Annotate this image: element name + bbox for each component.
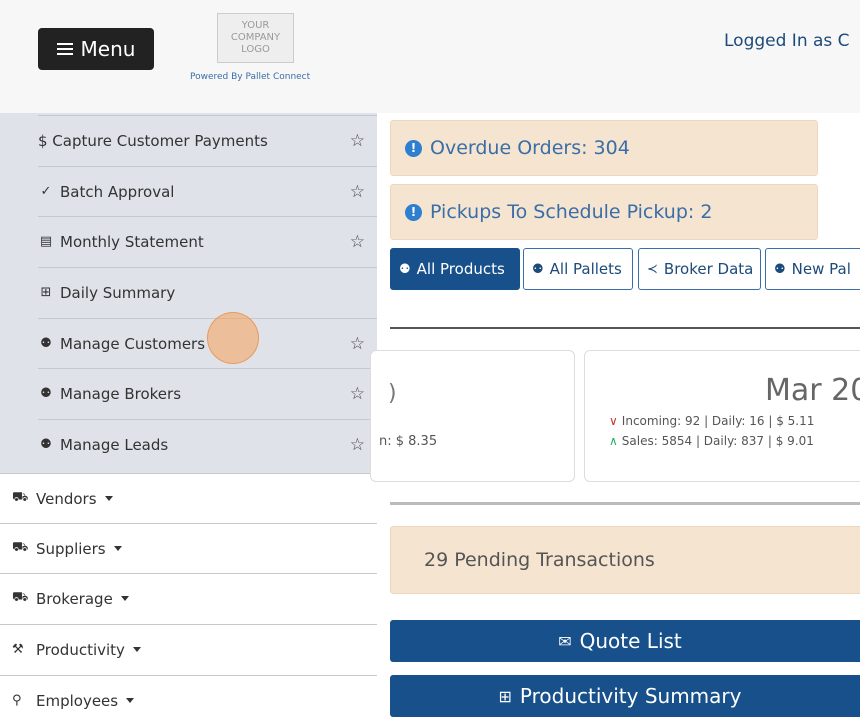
star-icon[interactable]: ☆ — [350, 384, 365, 404]
sales-stats-text: Sales: 5854 | Daily: 837 | $ 9.01 — [621, 434, 814, 448]
users-icon: ⚉ — [532, 261, 544, 277]
check-icon: ✓ — [40, 184, 52, 199]
caret-down-icon — [132, 647, 141, 652]
users-icon: ⚉ — [40, 336, 52, 351]
list-icon: ▤ — [39, 234, 53, 249]
tab-all-pallets[interactable]: ⚉ All Pallets — [523, 248, 633, 290]
users-icon: ⚉ — [40, 437, 52, 452]
star-icon[interactable]: ☆ — [350, 182, 365, 202]
tab-label: All Pallets — [549, 260, 622, 278]
pickups-alert[interactable]: ! Pickups To Schedule Pickup: 2 — [390, 184, 818, 240]
menu-button[interactable]: Menu — [38, 28, 154, 70]
caret-down-icon — [126, 698, 135, 703]
caret-down-icon — [120, 596, 129, 601]
hamburger-icon — [56, 40, 73, 58]
star-icon[interactable]: ☆ — [350, 232, 365, 252]
logged-in-text: Logged In as C — [724, 31, 850, 51]
sidebar-item-label: Manage Leads — [60, 435, 169, 454]
table-icon: ⊞ — [498, 686, 512, 706]
incoming-stats: ∨ Incoming: 92 | Daily: 16 | $ 5.11 — [609, 414, 814, 428]
tab-broker-data[interactable]: ≺ Broker Data — [638, 248, 761, 290]
alert-value: 304 — [593, 137, 630, 159]
incoming-stats-text: Incoming: 92 | Daily: 16 | $ 5.11 — [621, 414, 815, 428]
tab-label: Broker Data — [663, 260, 754, 278]
header: Menu YOUR COMPANY LOGO Powered By Pallet… — [0, 0, 860, 113]
users-icon: ⚉ — [774, 261, 786, 277]
card-fragment-text: n: $ 8.35 — [379, 434, 438, 449]
tab-all-products[interactable]: ⚉ All Products — [390, 248, 520, 290]
tab-label: All Products — [416, 260, 505, 278]
sidebar-item-batch-approval[interactable]: ✓ Batch Approval ☆ — [38, 166, 377, 216]
truck-icon: ⛟ — [12, 540, 29, 555]
sidebar-item-label: $ Capture Customer Payments — [38, 131, 268, 150]
pending-transactions[interactable]: 29 Pending Transactions — [390, 526, 860, 594]
tab-label: New Pal — [791, 260, 851, 278]
product-tabs: ⚉ All Products ⚉ All Pallets ≺ Broker Da… — [390, 248, 860, 290]
stats-card-month: Mar 20 ∨ Incoming: 92 | Daily: 16 | $ 5.1… — [584, 350, 860, 482]
powered-by-text: Powered By Pallet Connect — [190, 72, 311, 82]
sidebar-item-manage-brokers[interactable]: ⚉ Manage Brokers ☆ — [38, 368, 377, 418]
hammer-icon: ⚒ — [12, 642, 24, 657]
menu-button-label: Menu — [80, 37, 136, 61]
sidebar-item-vendors[interactable]: ⛟ Vendors — [0, 473, 377, 523]
overdue-orders-alert[interactable]: ! Overdue Orders: 304 — [390, 120, 818, 176]
sidebar-item-label: Daily Summary — [60, 283, 176, 302]
chevron-down-icon: ∨ — [609, 414, 618, 428]
star-icon[interactable]: ☆ — [350, 435, 365, 455]
alert-value: 2 — [700, 201, 713, 223]
sidebar-item-label: Manage Customers — [60, 334, 206, 353]
truck-icon: ⛟ — [12, 590, 29, 605]
sidebar-item-label: Productivity — [36, 640, 125, 659]
tab-new-pallets[interactable]: ⚉ New Pal — [765, 248, 860, 290]
share-icon: ≺ — [647, 261, 658, 277]
company-logo[interactable]: YOUR COMPANY LOGO — [217, 13, 294, 63]
tab-divider — [390, 327, 860, 329]
sales-stats: ∧ Sales: 5854 | Daily: 837 | $ 9.01 — [609, 434, 814, 448]
chevron-up-icon: ∧ — [609, 434, 618, 448]
sidebar-item-employees[interactable]: ⚲ Employees — [0, 675, 377, 725]
quote-list-label: Quote List — [579, 629, 682, 653]
company-logo-text: YOUR COMPANY LOGO — [230, 20, 281, 55]
stats-card: ) n: $ 8.35 — [370, 350, 575, 482]
caret-down-icon — [104, 496, 113, 501]
sidebar-item-brokerage[interactable]: ⛟ Brokerage — [0, 573, 377, 623]
truck-icon: ⛟ — [12, 490, 29, 505]
sidebar-item-label: Monthly Statement — [60, 232, 204, 251]
star-icon[interactable]: ☆ — [350, 334, 365, 354]
sidebar-submenu: $ Capture Customer Payments ☆ ✓ Batch Ap… — [0, 113, 377, 473]
sidebar-item-label: Employees — [36, 691, 119, 710]
comment-icon: ✉ — [558, 631, 572, 651]
sidebar-item-suppliers[interactable]: ⛟ Suppliers — [0, 523, 377, 573]
sidebar-item-daily-summary[interactable]: ⊞ Daily Summary — [38, 267, 377, 317]
alert-label: Overdue Orders — [430, 137, 582, 159]
sidebar-item-label: Suppliers — [36, 539, 106, 558]
table-icon: ⊞ — [40, 285, 52, 300]
caret-down-icon — [113, 546, 122, 551]
star-icon[interactable]: ☆ — [350, 131, 365, 151]
sidebar-item-label: Brokerage — [36, 589, 113, 608]
sidebar-item-capture-payments[interactable]: $ Capture Customer Payments ☆ — [38, 115, 377, 165]
pending-transactions-text: 29 Pending Transactions — [424, 549, 655, 571]
sidebar-item-productivity[interactable]: ⚒ Productivity — [0, 624, 377, 674]
section-divider — [390, 502, 860, 505]
card-fragment: ) — [388, 381, 397, 406]
sidebar-item-label: Manage Brokers — [60, 384, 182, 403]
users-icon: ⚉ — [40, 386, 52, 401]
click-indicator — [207, 312, 259, 364]
sidebar-main: ⛟ Vendors ⛟ Suppliers ⛟ Brokerage ⚒ Prod… — [0, 473, 377, 710]
productivity-summary-label: Productivity Summary — [519, 684, 742, 708]
sidebar-item-label: Batch Approval — [60, 182, 175, 201]
sidebar-item-manage-leads[interactable]: ⚉ Manage Leads ☆ — [38, 419, 377, 469]
alert-label: Pickups To Schedule Pickup — [430, 201, 688, 223]
person-icon: ⚲ — [12, 693, 22, 708]
info-icon: ! — [405, 139, 422, 157]
users-icon: ⚉ — [399, 261, 411, 277]
sidebar-item-label: Vendors — [36, 489, 97, 508]
quote-list-button[interactable]: ✉ Quote List — [390, 620, 860, 662]
productivity-summary-button[interactable]: ⊞ Productivity Summary — [390, 675, 860, 717]
info-icon: ! — [405, 203, 422, 221]
sidebar-item-monthly-statement[interactable]: ▤ Monthly Statement ☆ — [38, 216, 377, 266]
card-date: Mar 20 — [765, 373, 860, 408]
